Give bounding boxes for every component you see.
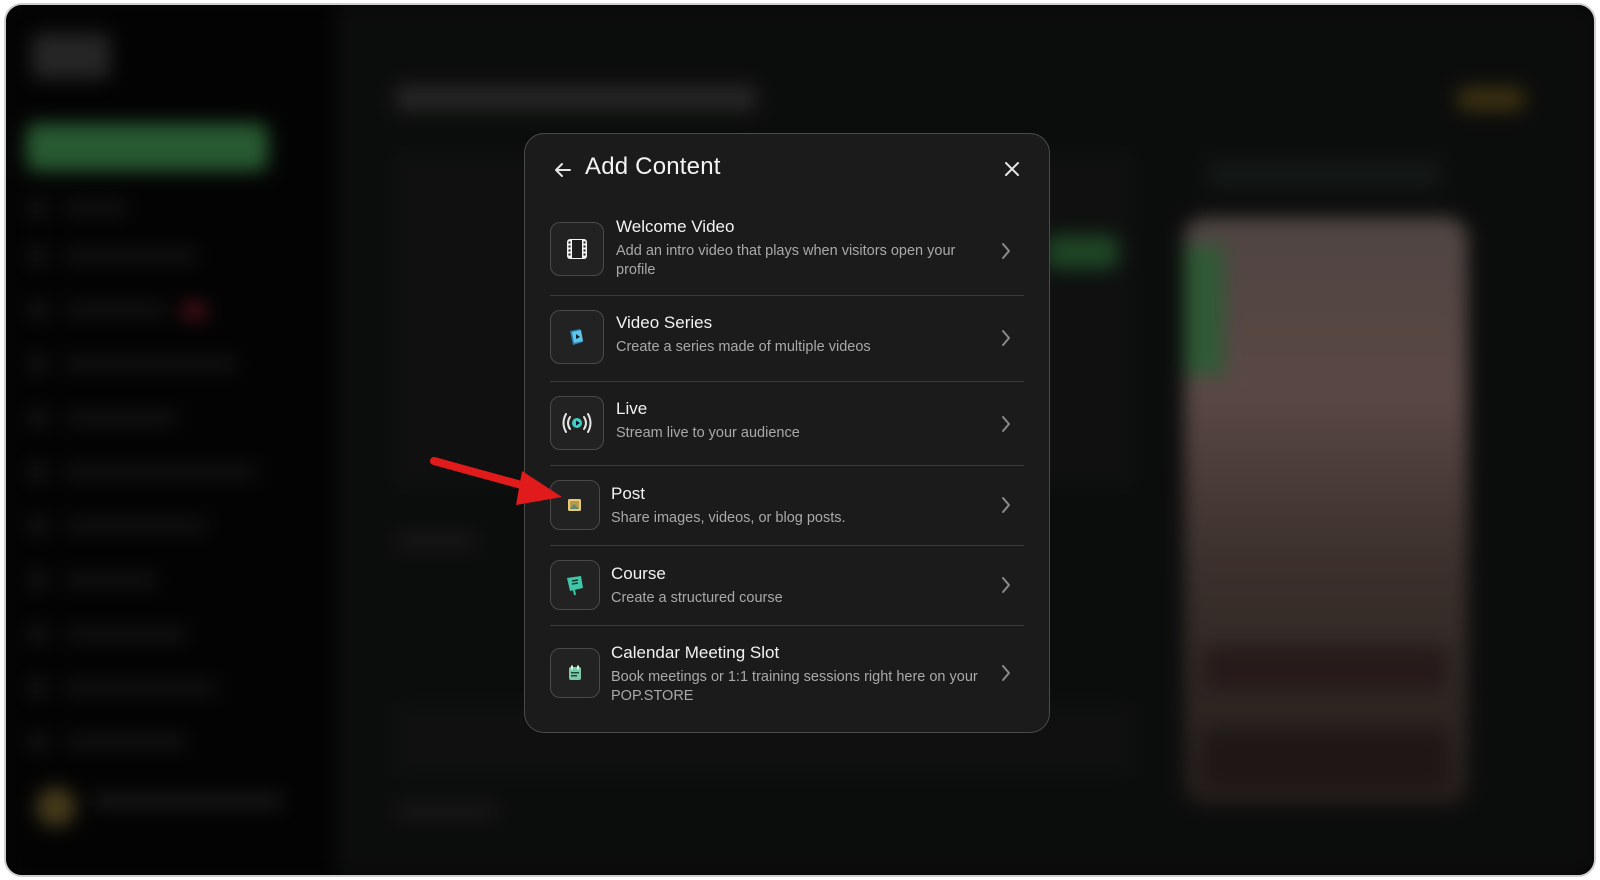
option-title: Welcome Video	[616, 217, 735, 236]
content-option-welcome-video[interactable]: Welcome Video Add an intro video that pl…	[550, 208, 1024, 296]
chevron-right-icon	[998, 494, 1014, 516]
content-option-calendar-meeting-slot[interactable]: Calendar Meeting Slot Book meetings or 1…	[550, 626, 1024, 722]
option-title: Course	[611, 564, 666, 583]
chevron-right-icon	[998, 574, 1014, 596]
option-description: Book meetings or 1:1 training sessions r…	[611, 669, 978, 704]
modal-title: Add Content	[585, 153, 721, 180]
calendar-slot-icon	[550, 648, 600, 698]
option-description: Stream live to your audience	[616, 425, 800, 441]
option-title: Video Series	[616, 313, 713, 332]
app-window: Add Content Welcome Video Add an intro v…	[4, 3, 1596, 877]
content-option-live[interactable]: Live Stream live to your audience	[550, 382, 1024, 466]
live-broadcast-icon	[550, 396, 604, 450]
content-option-video-series[interactable]: Video Series Create a series made of mul…	[550, 296, 1024, 382]
content-option-course[interactable]: Course Create a structured course	[550, 546, 1024, 626]
content-option-post[interactable]: Post Share images, videos, or blog posts…	[550, 466, 1024, 546]
option-description: Create a structured course	[611, 590, 783, 606]
content-type-list: Welcome Video Add an intro video that pl…	[550, 208, 1024, 722]
option-title: Live	[616, 399, 648, 418]
chevron-right-icon	[998, 662, 1014, 684]
close-icon	[1005, 162, 1019, 176]
modal-header: Add Content	[525, 134, 1049, 204]
option-title: Post	[611, 484, 646, 503]
chevron-right-icon	[998, 327, 1014, 349]
film-icon	[550, 222, 604, 276]
chevron-right-icon	[998, 413, 1014, 435]
option-description: Create a series made of multiple videos	[616, 339, 871, 355]
option-title: Calendar Meeting Slot	[611, 643, 780, 662]
option-description: Share images, videos, or blog posts.	[611, 510, 846, 526]
add-content-modal: Add Content Welcome Video Add an intro v…	[524, 133, 1050, 733]
close-button[interactable]	[999, 156, 1025, 182]
course-icon	[550, 560, 600, 610]
back-button[interactable]	[549, 156, 577, 184]
option-description: Add an intro video that plays when visit…	[616, 243, 956, 278]
annotation-arrow-icon	[430, 457, 562, 505]
arrow-left-icon	[555, 163, 571, 177]
video-series-icon	[550, 310, 604, 364]
chevron-right-icon	[998, 240, 1014, 262]
